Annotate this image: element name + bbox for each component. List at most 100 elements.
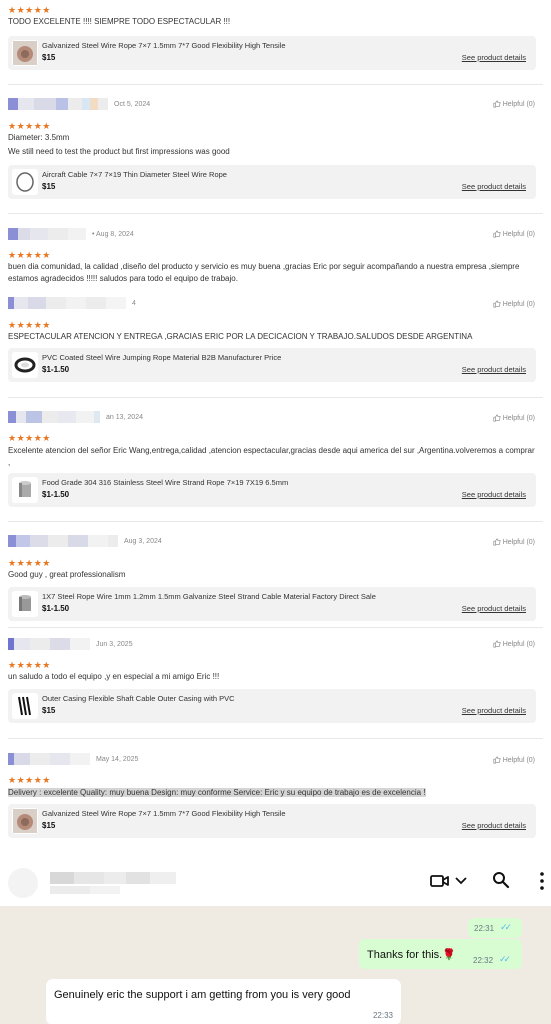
message-text: Genuinely eric the support i am getting … xyxy=(54,989,351,1001)
review-date: 4 xyxy=(132,299,136,307)
star-rating: ★★★★★ xyxy=(8,433,51,443)
review-text: buen dia comunidad, la calidad ,diseño d… xyxy=(8,262,520,283)
video-call-icon[interactable] xyxy=(430,872,450,890)
thumbs-up-icon xyxy=(493,756,501,764)
see-product-details-link[interactable]: See product details xyxy=(462,53,526,62)
blurred-reviewer-name xyxy=(8,297,126,309)
helpful-button[interactable]: Helpful (0) xyxy=(493,100,535,108)
thumbs-up-icon xyxy=(493,300,501,308)
review-date: May 14, 2025 xyxy=(96,755,139,763)
star-rating: ★★★★★ xyxy=(8,558,51,568)
avatar[interactable] xyxy=(8,868,38,898)
helpful-label: Helpful (0) xyxy=(502,414,535,422)
star-rating: ★★★★★ xyxy=(8,660,51,670)
star-rating: ★★★★★ xyxy=(8,250,51,260)
see-product-details-link[interactable]: See product details xyxy=(462,706,526,715)
helpful-button[interactable]: Helpful (0) xyxy=(493,640,535,648)
product-card[interactable]: 1X7 Steel Rope Wire 1mm 1.2mm 1.5mm Galv… xyxy=(8,587,536,621)
review-text: We still need to test the product but fi… xyxy=(8,147,230,156)
wire-coil-icon xyxy=(12,40,38,66)
see-product-details-link[interactable]: See product details xyxy=(462,490,526,499)
coil-icon xyxy=(12,352,38,378)
blurred-contact-status xyxy=(50,886,120,894)
chat-messages: 22:31 ✓✓ Thanks for this.🌹 22:32 ✓✓ Genu… xyxy=(0,906,551,1024)
read-receipt-icon: ✓✓ xyxy=(499,954,511,964)
blurred-contact-name[interactable] xyxy=(50,872,176,884)
product-price: $15 xyxy=(42,706,56,715)
see-product-details-link[interactable]: See product details xyxy=(462,182,526,191)
product-card[interactable]: Aircraft Cable 7×7 7×19 Thin Diameter St… xyxy=(8,165,536,199)
more-menu-icon[interactable] xyxy=(538,871,546,891)
reviewer-info: Jun 3, 2025 xyxy=(8,637,133,651)
steel-roll-icon xyxy=(12,591,38,617)
see-product-details-link[interactable]: See product details xyxy=(462,821,526,830)
blurred-reviewer-name xyxy=(8,753,90,765)
message-time: 22:31 xyxy=(474,924,495,933)
star-rating: ★★★★★ xyxy=(8,775,51,785)
product-name: Aircraft Cable 7×7 7×19 Thin Diameter St… xyxy=(42,170,227,179)
message-time: 22:33 xyxy=(372,1011,393,1020)
product-name: Food Grade 304 316 Stainless Steel Wire … xyxy=(42,478,289,487)
product-card[interactable]: Food Grade 304 316 Stainless Steel Wire … xyxy=(8,473,536,507)
black-cable-icon xyxy=(12,693,38,719)
message-text: Thanks for this.🌹 xyxy=(367,949,456,961)
helpful-button[interactable]: Helpful (0) xyxy=(493,230,535,238)
incoming-message[interactable]: Genuinely eric the support i am getting … xyxy=(46,979,401,1024)
review-date: Aug 3, 2024 xyxy=(124,537,162,545)
product-price: $1-1.50 xyxy=(42,490,70,499)
thumbs-up-icon xyxy=(493,538,501,546)
reviewer-info: an 13, 2024 xyxy=(8,410,143,424)
product-card[interactable]: PVC Coated Steel Wire Jumping Rope Mater… xyxy=(8,348,536,382)
message-time: 22:32 xyxy=(473,956,494,965)
blurred-reviewer-name xyxy=(8,411,100,423)
review-text: Delivery : excelente Quality: muy buena … xyxy=(8,787,539,799)
product-name: Galvanized Steel Wire Rope 7×7 1.5mm 7*7… xyxy=(42,809,286,818)
helpful-label: Helpful (0) xyxy=(502,640,535,648)
review-text: TODO EXCELENTE !!!! SIEMPRE TODO ESPECTA… xyxy=(8,17,231,26)
product-price: $15 xyxy=(42,821,56,830)
reviewer-info: • Aug 8, 2024 xyxy=(8,227,134,241)
reviewer-info: 4 xyxy=(8,296,136,310)
product-price: $1-1.50 xyxy=(42,365,70,374)
product-card[interactable]: Outer Casing Flexible Shaft Cable Outer … xyxy=(8,689,536,723)
outgoing-message[interactable]: Thanks for this.🌹 22:32 ✓✓ xyxy=(359,939,522,969)
product-card[interactable]: Galvanized Steel Wire Rope 7×7 1.5mm 7*7… xyxy=(8,804,536,838)
reviewer-info: May 14, 2025 xyxy=(8,752,138,766)
product-card[interactable]: Galvanized Steel Wire Rope 7×7 1.5mm 7*7… xyxy=(8,36,536,70)
see-product-details-link[interactable]: See product details xyxy=(462,604,526,613)
wire-coil-icon xyxy=(12,808,38,834)
helpful-label: Helpful (0) xyxy=(502,230,535,238)
product-name: 1X7 Steel Rope Wire 1mm 1.2mm 1.5mm Galv… xyxy=(42,592,376,601)
helpful-button[interactable]: Helpful (0) xyxy=(493,538,535,546)
chevron-down-icon[interactable] xyxy=(454,874,468,888)
reviewer-info: Aug 3, 2024 xyxy=(8,534,162,548)
read-receipt-icon: ✓✓ xyxy=(500,922,512,932)
outgoing-message[interactable]: 22:31 ✓✓ xyxy=(468,918,522,938)
helpful-label: Helpful (0) xyxy=(502,100,535,108)
see-product-details-link[interactable]: See product details xyxy=(462,365,526,374)
cable-loop-icon xyxy=(12,169,38,195)
blurred-reviewer-name xyxy=(8,228,86,240)
helpful-label: Helpful (0) xyxy=(502,300,535,308)
review-text: Excelente atencion del señor Eric Wang,e… xyxy=(8,446,535,467)
divider xyxy=(8,738,543,739)
product-name: PVC Coated Steel Wire Jumping Rope Mater… xyxy=(42,353,282,362)
helpful-button[interactable]: Helpful (0) xyxy=(493,300,535,308)
product-name: Galvanized Steel Wire Rope 7×7 1.5mm 7*7… xyxy=(42,41,286,50)
steel-roll-icon xyxy=(12,477,38,503)
product-price: $1-1.50 xyxy=(42,604,70,613)
review-attribute: Diameter: 3.5mm xyxy=(8,133,70,142)
helpful-button[interactable]: Helpful (0) xyxy=(493,414,535,422)
product-price: $15 xyxy=(42,53,56,62)
review-text: Good guy , great professionalism xyxy=(8,570,126,579)
review-text: ESPECTACULAR ATENCION Y ENTREGA ,GRACIAS… xyxy=(8,332,473,341)
thumbs-up-icon xyxy=(493,640,501,648)
star-rating: ★★★★★ xyxy=(8,121,51,131)
highlighted-review-text: Delivery : excelente Quality: muy buena … xyxy=(8,788,426,797)
divider xyxy=(8,627,543,628)
search-icon[interactable] xyxy=(492,871,510,889)
divider xyxy=(8,397,543,398)
helpful-button[interactable]: Helpful (0) xyxy=(493,756,535,764)
review-date: Jun 3, 2025 xyxy=(96,640,133,648)
thumbs-up-icon xyxy=(493,414,501,422)
